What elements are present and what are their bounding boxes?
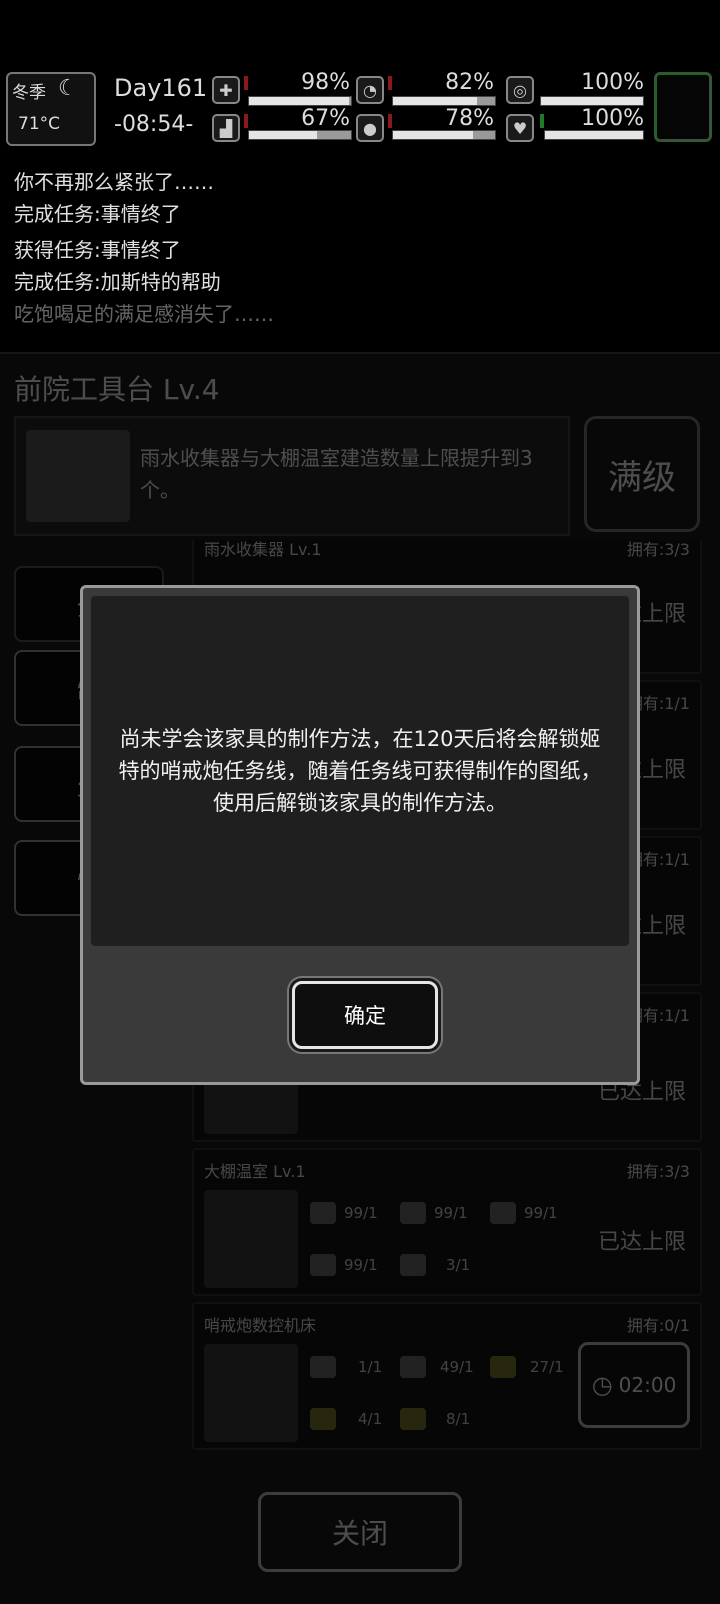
thirst-value: 78% [445, 106, 494, 131]
confirm-button-label: 确定 [344, 1004, 386, 1028]
resource-icon [310, 1408, 336, 1430]
resource-icon [400, 1202, 426, 1224]
confirm-button[interactable]: 确定 [292, 981, 438, 1049]
health-bar-fill [249, 97, 349, 105]
item-name: 雨水收集器 Lv.1 [204, 540, 322, 559]
resource-icon [310, 1356, 336, 1378]
mood-value: 100% [581, 106, 644, 131]
log-line: 获得任务:事情终了 [14, 238, 181, 262]
resource-count: 99/1 [434, 1204, 468, 1222]
thirst-bar-fill [393, 131, 473, 139]
resource-icon [310, 1202, 336, 1224]
message-log: 你不再那么紧张了…… 完成任务:事情终了 获得任务:事情终了 完成任务:加斯特的… [14, 166, 704, 330]
resource-count: 8/1 [446, 1410, 471, 1428]
resource-count: 49/1 [440, 1358, 474, 1376]
cnc-machine-image [204, 1344, 298, 1442]
max-level-badge[interactable]: 满级 [584, 416, 700, 532]
timer-label: 02:00 [618, 1373, 677, 1397]
resource-count: 99/1 [344, 1256, 378, 1274]
workbench-image [26, 430, 130, 522]
unlock-dialog: 尚未学会该家具的制作方法，在120天后将会解锁姬特的哨戒炮任务线，随着任务线可获… [80, 585, 640, 1085]
upgrade-description: 雨水收集器与大棚温室建造数量上限提升到3个。 [140, 446, 533, 502]
item-name: 大棚温室 Lv.1 [204, 1162, 306, 1181]
item-card[interactable]: 哨戒炮数控机床 拥有:0/1 1/1 49/1 27/1 4/1 8/1 ◷ 0… [192, 1302, 702, 1450]
resource-count: 1/1 [358, 1358, 383, 1376]
moon-icon: ☾ [58, 76, 78, 101]
dialog-message-area: 尚未学会该家具的制作方法，在120天后将会解锁姬特的哨戒炮任务线，随着任务线可获… [91, 596, 629, 946]
item-owned: 拥有:3/3 [626, 1162, 690, 1181]
season-label: 冬季 [12, 83, 46, 103]
resource-count: 27/1 [530, 1358, 564, 1376]
panel-title: 前院工具台 Lv.4 [14, 373, 220, 406]
day-label: Day161 [114, 74, 208, 102]
stamina-bar-fill [249, 131, 318, 139]
item-card[interactable]: 大棚温室 Lv.1 拥有:3/3 99/1 99/1 99/1 99/1 3/1… [192, 1148, 702, 1296]
upgrade-card: 雨水收集器与大棚温室建造数量上限提升到3个。 [14, 416, 570, 536]
item-owned: 拥有:3/3 [626, 540, 690, 559]
health-bar [248, 96, 352, 106]
max-level-label: 满级 [608, 457, 676, 498]
resource-icon [310, 1254, 336, 1276]
log-line: 完成任务:加斯特的帮助 [14, 270, 221, 294]
mood-bar [544, 130, 644, 140]
resource-count: 99/1 [524, 1204, 558, 1222]
time-label: -08:54- [114, 112, 194, 137]
capacity-bar [540, 96, 644, 106]
resource-icon [400, 1408, 426, 1430]
stamina-bar [248, 130, 352, 140]
item-name: 哨戒炮数控机床 [204, 1316, 317, 1335]
resource-count: 4/1 [358, 1410, 383, 1428]
resource-count: 3/1 [446, 1256, 471, 1274]
hunger-value: 82% [445, 70, 494, 95]
close-button[interactable]: 关闭 [258, 1492, 462, 1572]
capacity-value: 100% [581, 70, 644, 95]
resource-icon [490, 1202, 516, 1224]
health-value: 98% [301, 70, 350, 95]
log-line: 你不再那么紧张了…… [14, 170, 214, 194]
item-owned: 拥有:0/1 [626, 1316, 690, 1335]
close-button-label: 关闭 [331, 1517, 388, 1550]
hunger-bar [392, 96, 496, 106]
resource-icon [400, 1356, 426, 1378]
capacity-bar-fill [541, 97, 643, 105]
mood-bar-fill [545, 131, 643, 139]
hunger-bar-fill [393, 97, 477, 105]
thirst-bar [392, 130, 496, 140]
greenhouse-image [204, 1190, 298, 1288]
status-bar: 冬季 ☾ 71°C Day161 -08:54- ✚ 98% ◔ 82% ◎ 1… [0, 66, 720, 150]
craft-timer-button[interactable]: ◷ 02:00 [578, 1342, 690, 1428]
shovel-icon [400, 1254, 426, 1276]
weather-box: 冬季 ☾ 71°C [6, 72, 96, 146]
equipment-slot[interactable] [654, 72, 712, 142]
clock-icon: ◷ [591, 1371, 613, 1399]
resource-icon [490, 1356, 516, 1378]
temperature-label: 71°C [18, 114, 61, 134]
log-line: 吃饱喝足的满足感消失了…… [14, 302, 274, 326]
dialog-message: 尚未学会该家具的制作方法，在120天后将会解锁姬特的哨戒炮任务线，随着任务线可获… [118, 727, 602, 815]
resource-count: 99/1 [344, 1204, 378, 1222]
log-line: 完成任务:事情终了 [14, 202, 181, 226]
item-status: 已达上限 [597, 1230, 686, 1255]
stamina-value: 67% [301, 106, 350, 131]
